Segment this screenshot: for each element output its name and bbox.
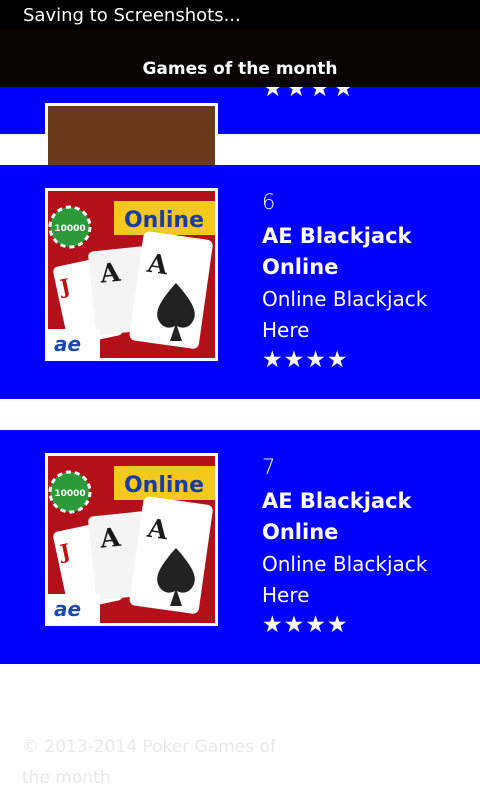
page-title: Games of the month xyxy=(142,59,338,79)
game-title: AE Blackjack Online xyxy=(262,224,412,279)
game-title: AE Blackjack Online xyxy=(262,489,412,544)
game-card-previous[interactable]: ae ★★★★ xyxy=(0,74,480,203)
system-status-bar: Saving to Screenshots... xyxy=(0,0,480,30)
status-text: Saving to Screenshots... xyxy=(23,5,241,26)
app-header: Games of the month xyxy=(0,12,480,87)
game-description: Online Blackjack Here xyxy=(262,287,428,342)
svg-text:ae: ae xyxy=(54,332,81,356)
game-thumbnail[interactable]: Online 10000 J A A ae xyxy=(45,188,218,361)
svg-text:Online: Online xyxy=(124,473,204,498)
svg-text:ae: ae xyxy=(54,597,81,621)
svg-text:10000: 10000 xyxy=(54,224,85,234)
svg-text:A: A xyxy=(98,258,123,290)
svg-text:10000: 10000 xyxy=(54,489,85,499)
footer-copyright: © 2013-2014 Poker Games of the month xyxy=(22,737,276,788)
game-description: Online Blackjack Here xyxy=(262,552,428,607)
game-card-7[interactable]: Online 10000 J A A ae 7 AE Blackjack Onl… xyxy=(0,430,480,664)
svg-text:A: A xyxy=(98,523,123,555)
svg-text:Online: Online xyxy=(124,208,204,233)
game-card-6[interactable]: Online 10000 J A A ae 6 AE Blackjack Onl… xyxy=(0,165,480,399)
game-thumbnail[interactable]: Online 10000 J A A ae xyxy=(45,453,218,626)
rating-stars: ★★★★ xyxy=(262,612,349,638)
rating-stars: ★★★★ xyxy=(262,347,349,373)
game-rank: 6 xyxy=(262,190,276,214)
game-rank: 7 xyxy=(262,455,276,479)
